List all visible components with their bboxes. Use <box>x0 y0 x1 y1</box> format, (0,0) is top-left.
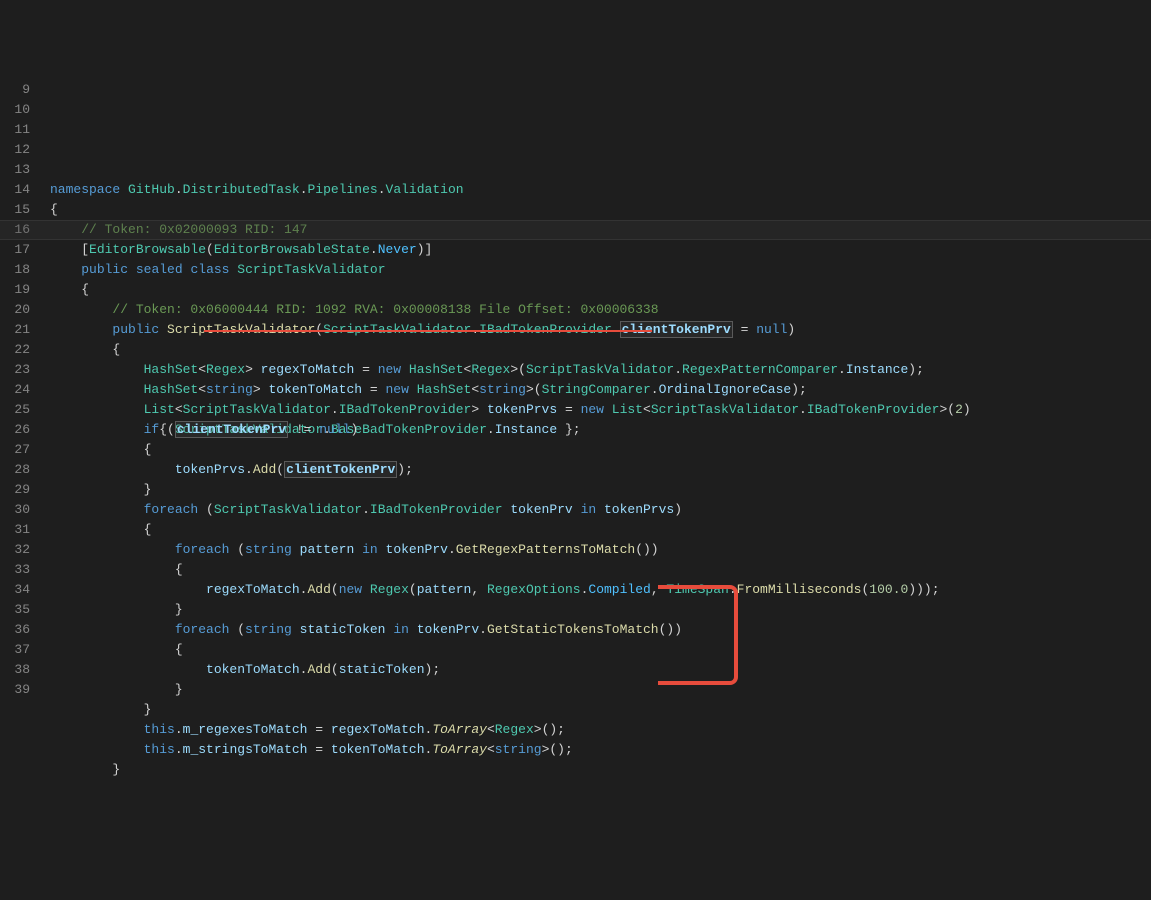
line-number: 11 <box>0 120 30 140</box>
code-line[interactable]: { <box>50 280 1151 300</box>
line-number: 33 <box>0 560 30 580</box>
code-area[interactable]: namespace GitHub.DistributedTask.Pipelin… <box>50 80 1151 800</box>
line-number: 28 <box>0 460 30 480</box>
code-line[interactable]: { <box>50 440 1151 460</box>
line-number: 9 <box>0 80 30 100</box>
line-number: 24 <box>0 380 30 400</box>
code-line[interactable]: { <box>50 640 1151 660</box>
code-line[interactable]: HashSet<Regex> regexToMatch = new HashSe… <box>50 360 1151 380</box>
line-number: 18 <box>0 260 30 280</box>
code-line[interactable]: if (clientTokenPrv != null) <box>50 420 1151 440</box>
code-line[interactable]: } <box>50 480 1151 500</box>
line-number: 29 <box>0 480 30 500</box>
line-number: 36 <box>0 620 30 640</box>
code-line[interactable]: } <box>50 700 1151 720</box>
code-line[interactable]: foreach (ScriptTaskValidator.IBadTokenPr… <box>50 500 1151 520</box>
line-number: 25 <box>0 400 30 420</box>
code-line[interactable]: public ScriptTaskValidator(ScriptTaskVal… <box>50 320 1151 340</box>
line-number: 35 <box>0 600 30 620</box>
code-line[interactable]: HashSet<string> tokenToMatch = new HashS… <box>50 380 1151 400</box>
code-line[interactable]: List<ScriptTaskValidator.IBadTokenProvid… <box>50 400 1151 420</box>
code-line[interactable]: { <box>50 520 1151 540</box>
code-line[interactable] <box>50 780 1151 800</box>
code-editor[interactable]: 9101112131415161718192021222324252627282… <box>0 80 1151 800</box>
code-line[interactable]: this.m_stringsToMatch = tokenToMatch.ToA… <box>50 740 1151 760</box>
line-number: 12 <box>0 140 30 160</box>
line-number: 16 <box>0 220 30 240</box>
code-line[interactable]: public sealed class ScriptTaskValidator <box>50 260 1151 280</box>
code-line[interactable]: } <box>50 760 1151 780</box>
code-line[interactable]: tokenPrvs.Add(clientTokenPrv); <box>50 460 1151 480</box>
line-number: 30 <box>0 500 30 520</box>
line-number: 31 <box>0 520 30 540</box>
line-number-gutter: 9101112131415161718192021222324252627282… <box>0 80 50 800</box>
line-number: 20 <box>0 300 30 320</box>
code-line[interactable]: tokenToMatch.Add(staticToken); <box>50 660 1151 680</box>
code-line[interactable]: this.m_regexesToMatch = regexToMatch.ToA… <box>50 720 1151 740</box>
line-number: 27 <box>0 440 30 460</box>
line-number: 15 <box>0 200 30 220</box>
code-line[interactable]: foreach (string pattern in tokenPrv.GetR… <box>50 540 1151 560</box>
code-line[interactable]: foreach (string staticToken in tokenPrv.… <box>50 620 1151 640</box>
line-number: 19 <box>0 280 30 300</box>
line-number: 21 <box>0 320 30 340</box>
code-line[interactable]: namespace GitHub.DistributedTask.Pipelin… <box>50 180 1151 200</box>
line-number: 38 <box>0 660 30 680</box>
code-line[interactable]: // Token: 0x06000444 RID: 1092 RVA: 0x00… <box>50 300 1151 320</box>
line-number: 37 <box>0 640 30 660</box>
line-number: 22 <box>0 340 30 360</box>
code-line[interactable]: } <box>50 680 1151 700</box>
line-number: 39 <box>0 680 30 700</box>
code-line[interactable]: // Token: 0x02000093 RID: 147 <box>50 220 1151 240</box>
code-line[interactable]: { <box>50 200 1151 220</box>
code-line[interactable]: { <box>50 560 1151 580</box>
code-line[interactable]: [EditorBrowsable(EditorBrowsableState.Ne… <box>50 240 1151 260</box>
line-number: 10 <box>0 100 30 120</box>
line-number: 13 <box>0 160 30 180</box>
line-number: 26 <box>0 420 30 440</box>
line-number: 34 <box>0 580 30 600</box>
line-number: 14 <box>0 180 30 200</box>
line-number: 17 <box>0 240 30 260</box>
line-number: 23 <box>0 360 30 380</box>
code-line[interactable]: } <box>50 600 1151 620</box>
code-line[interactable]: regexToMatch.Add(new Regex(pattern, Rege… <box>50 580 1151 600</box>
line-number: 32 <box>0 540 30 560</box>
code-line[interactable]: { <box>50 340 1151 360</box>
